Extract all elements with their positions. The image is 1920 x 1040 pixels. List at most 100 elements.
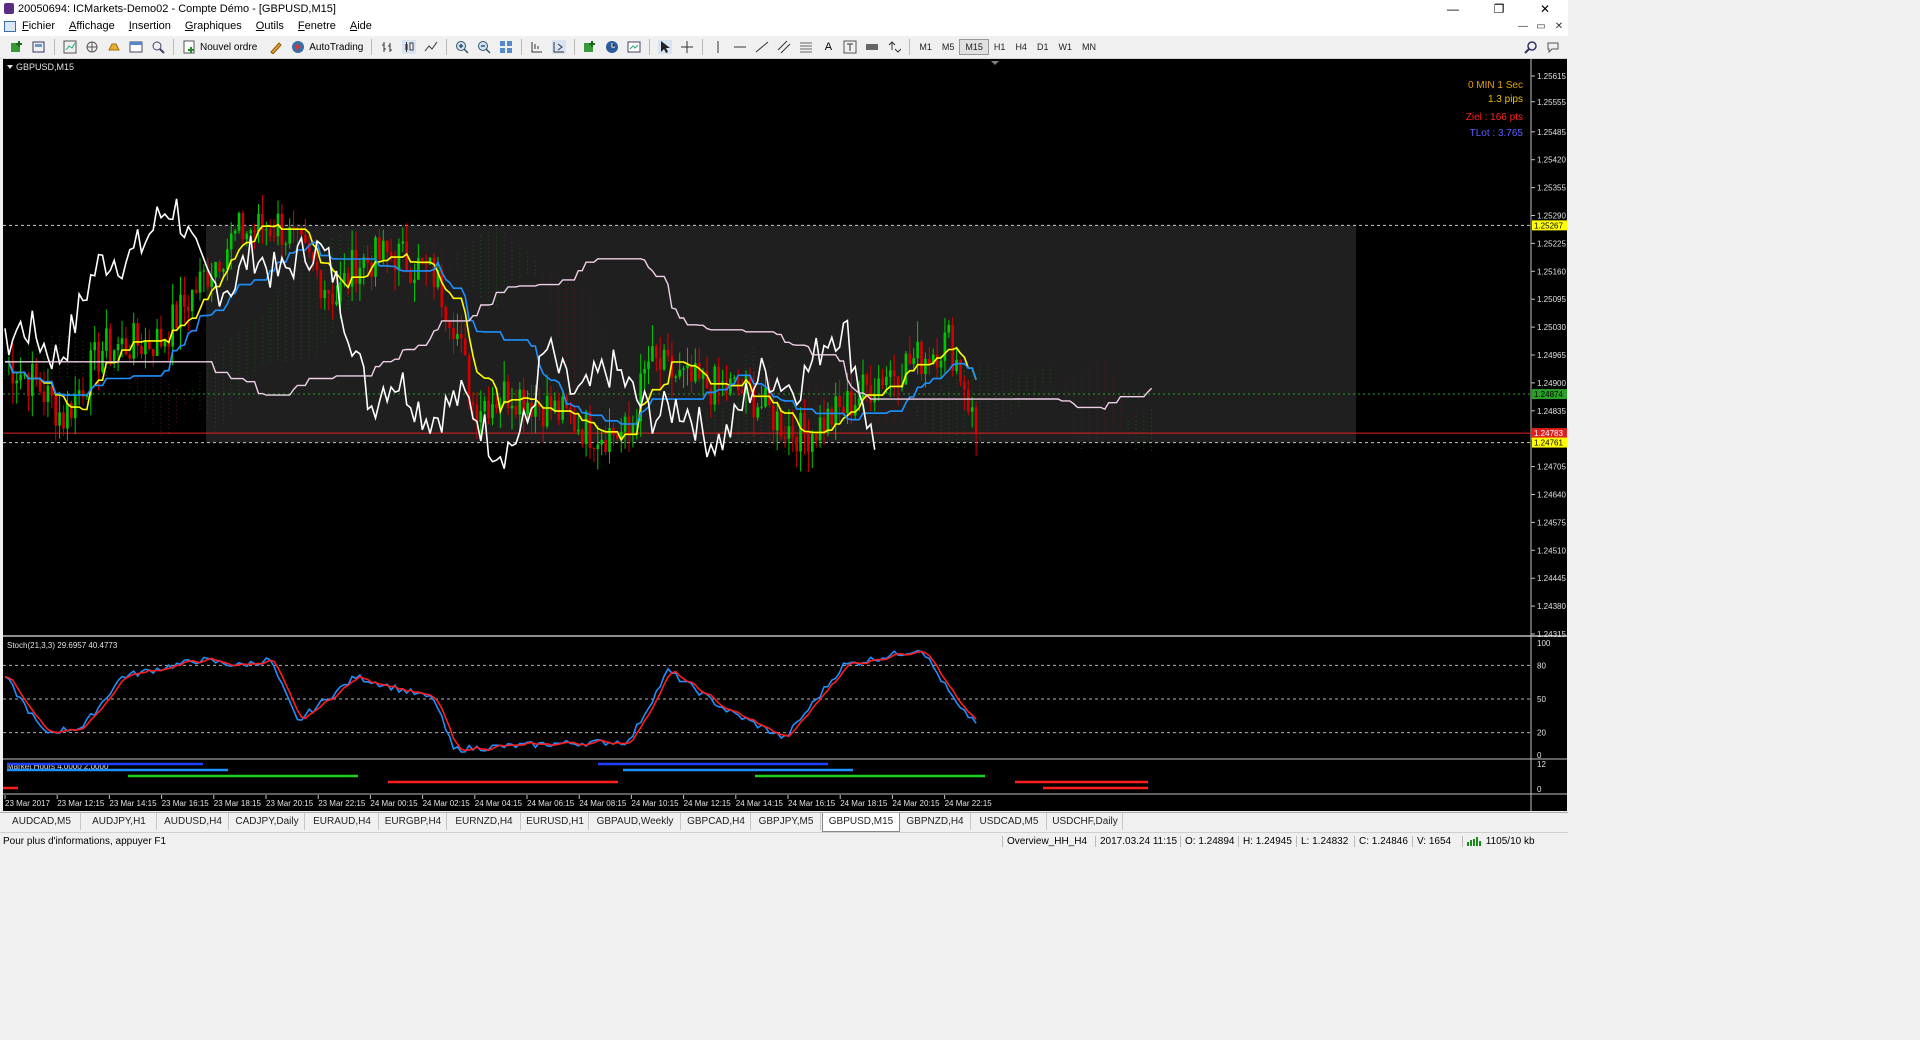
crosshair-icon[interactable] <box>680 40 694 54</box>
chart-tab-gbpusd-m15[interactable]: GBPUSD,M15 <box>822 813 900 832</box>
new-chart-icon[interactable] <box>10 40 24 54</box>
channel-icon[interactable] <box>777 40 791 54</box>
data-window-icon[interactable] <box>85 40 99 54</box>
strategy-tester-icon[interactable] <box>151 40 165 54</box>
chart-tab-gbpaud-weekly[interactable]: GBPAUD,Weekly <box>590 813 681 830</box>
menu-affichage[interactable]: Affichage <box>69 20 115 32</box>
price-axis-label: 1.25420 <box>1537 156 1566 165</box>
bar-chart-icon[interactable] <box>380 40 394 54</box>
child-restore-button[interactable]: ▭ <box>1532 18 1550 36</box>
menu-fichier[interactable]: Fichier <box>22 20 55 32</box>
candle-body <box>912 358 915 365</box>
candle-body <box>378 237 381 260</box>
candle-body <box>128 354 132 359</box>
symbol-dropdown-icon[interactable] <box>7 65 13 69</box>
navigator-icon[interactable] <box>107 40 121 54</box>
vertical-line-icon[interactable] <box>711 40 725 54</box>
toolbar: Nouvel ordre AutoTrading A M1 M5 M15 H1 … <box>0 36 1568 59</box>
level-tag-low: 1.24761 <box>1534 439 1563 448</box>
chart-tab-usdcad-m5[interactable]: USDCAD,M5 <box>972 813 1047 830</box>
chart-tab-gbpnzd-h4[interactable]: GBPNZD,H4 <box>900 813 971 830</box>
menu-insertion[interactable]: Insertion <box>129 20 171 32</box>
timeframe-m15-button[interactable]: M15 <box>959 39 989 55</box>
chart-canvas[interactable]: 1.25615 1.25555 1.25485 1.25420 1.25355 1.252… <box>3 59 1567 811</box>
autotrading-icon[interactable] <box>291 40 305 54</box>
chart-tab-audjpy-h1[interactable]: AUDJPY,H1 <box>82 813 157 830</box>
new-order-button[interactable]: Nouvel ordre <box>200 42 257 53</box>
indicators-icon[interactable] <box>583 40 597 54</box>
periods-icon[interactable] <box>605 40 619 54</box>
chart-tab-euraud-h4[interactable]: EURAUD,H4 <box>306 813 379 830</box>
price-axis-label: 1.25555 <box>1537 98 1566 107</box>
timeframe-m5-button[interactable]: M5 <box>937 40 960 54</box>
chart-tab-cadjpy-daily[interactable]: CADJPY,Daily <box>230 813 305 830</box>
chart-tab-audusd-h4[interactable]: AUDUSD,H4 <box>158 813 229 830</box>
trendline-icon[interactable] <box>755 40 769 54</box>
price-axis-label: 1.25225 <box>1537 239 1566 248</box>
status-high: H: 1.24945 <box>1238 836 1299 847</box>
price-axis-label: 1.24900 <box>1537 379 1566 388</box>
chart-shift-icon[interactable] <box>530 40 544 54</box>
label-icon[interactable] <box>865 40 879 54</box>
candlestick-icon[interactable] <box>402 40 417 54</box>
candle-body <box>580 429 584 444</box>
horizontal-line-icon[interactable] <box>733 40 747 54</box>
zoom-out-icon[interactable] <box>477 40 491 54</box>
candle-body <box>756 407 759 418</box>
close-button[interactable]: ✕ <box>1522 0 1568 18</box>
templates-icon[interactable] <box>627 40 641 54</box>
chart-tab-usdchf-daily[interactable]: USDCHF,Daily <box>1048 813 1123 830</box>
autotrading-button[interactable]: AutoTrading <box>309 42 363 53</box>
text-icon[interactable]: A <box>821 40 835 54</box>
chart-tab-eurnzd-h4[interactable]: EURNZD,H4 <box>448 813 521 830</box>
child-minimize-button[interactable]: — <box>1514 18 1532 36</box>
chart-shift-marker[interactable] <box>991 61 999 65</box>
timeframe-mn-button[interactable]: MN <box>1077 40 1101 54</box>
profiles-icon[interactable] <box>32 40 46 54</box>
child-close-button[interactable]: ✕ <box>1550 18 1568 36</box>
candle-body <box>627 416 631 434</box>
terminal-icon[interactable] <box>129 40 143 54</box>
menu-graphiques[interactable]: Graphiques <box>185 20 242 32</box>
cursor-icon[interactable] <box>658 40 673 54</box>
timeframe-h1-button[interactable]: H1 <box>989 40 1011 54</box>
market-watch-icon[interactable] <box>63 40 77 54</box>
new-order-icon[interactable] <box>182 40 196 54</box>
tile-windows-icon[interactable] <box>499 40 513 54</box>
candle-body <box>545 395 549 427</box>
line-chart-icon[interactable] <box>424 40 438 54</box>
menu-outils[interactable]: Outils <box>256 20 284 32</box>
autoscroll-icon[interactable] <box>552 40 567 54</box>
chat-icon[interactable] <box>1546 40 1560 54</box>
fibonacci-icon[interactable] <box>799 40 813 54</box>
chart-tab-eurusd-h1[interactable]: EURUSD,H1 <box>522 813 589 830</box>
child-window-icon[interactable] <box>4 21 16 32</box>
minimize-button[interactable]: — <box>1430 0 1476 18</box>
chart-tab-eurgbp-h4[interactable]: EURGBP,H4 <box>380 813 447 830</box>
time-axis-label: 24 Mar 20:15 <box>892 799 940 808</box>
chart-window[interactable]: 1.25615 1.25555 1.25485 1.25420 1.25355 1.252… <box>3 59 1567 811</box>
arrows-icon[interactable] <box>887 40 902 54</box>
menu-fenetre[interactable]: Fenetre <box>298 20 336 32</box>
candle-body <box>561 396 564 420</box>
timeframe-m1-button[interactable]: M1 <box>914 40 937 54</box>
zoom-in-icon[interactable] <box>455 40 469 54</box>
search-icon[interactable] <box>1524 40 1538 54</box>
chart-tab-audcad-m5[interactable]: AUDCAD,M5 <box>3 813 81 830</box>
status-profile[interactable]: Overview_HH_H4 <box>1002 836 1093 847</box>
candle-body <box>963 381 966 390</box>
menu-aide[interactable]: Aide <box>350 20 372 32</box>
timeframe-d1-button[interactable]: D1 <box>1032 40 1054 54</box>
timeframe-w1-button[interactable]: W1 <box>1053 40 1077 54</box>
chart-tab-gbpjpy-m5[interactable]: GBPJPY,M5 <box>752 813 821 830</box>
candle-body <box>452 327 455 340</box>
text-label-icon[interactable] <box>843 40 857 54</box>
candle-body <box>830 408 834 425</box>
timeframe-h4-button[interactable]: H4 <box>1010 40 1032 54</box>
candle-body <box>799 412 802 452</box>
candle-body <box>202 270 206 272</box>
maximize-button[interactable]: ❐ <box>1476 0 1522 18</box>
candle-body <box>358 267 362 284</box>
chart-tab-gbpcad-h4[interactable]: GBPCAD,H4 <box>682 813 751 830</box>
metaeditor-icon[interactable] <box>269 40 283 55</box>
